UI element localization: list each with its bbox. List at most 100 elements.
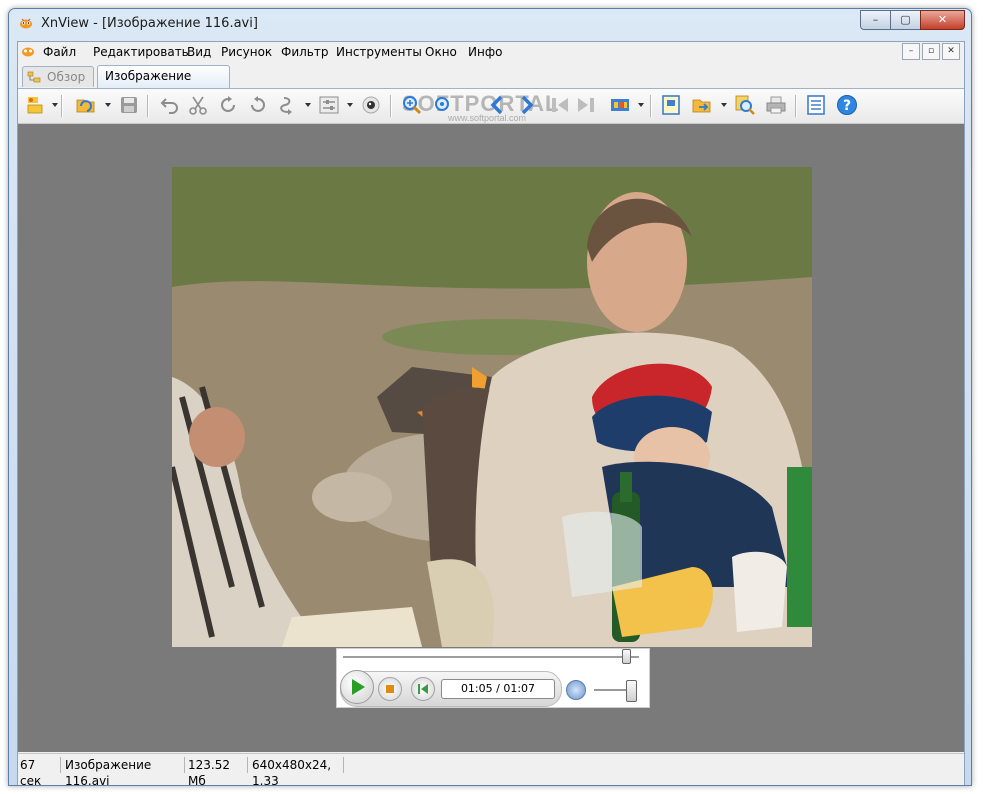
filmstrip-icon bbox=[611, 99, 629, 111]
transform-dropdown-arrow[interactable] bbox=[305, 103, 311, 107]
zoom-in-button[interactable] bbox=[400, 93, 424, 117]
mdi-minimize-button[interactable]: – bbox=[902, 43, 920, 60]
menu-file[interactable]: Файл bbox=[43, 45, 76, 59]
open-folder-icon bbox=[76, 99, 95, 113]
flip-icon bbox=[280, 97, 292, 115]
rotate-right-button[interactable] bbox=[246, 93, 270, 117]
title-bar[interactable]: XnView - [Изображение 116.avi] – ▢ ✕ bbox=[9, 9, 971, 41]
open-button[interactable] bbox=[74, 93, 98, 117]
rotate-left-button[interactable] bbox=[216, 93, 240, 117]
menu-edit[interactable]: Редактировать bbox=[93, 45, 189, 59]
tab-browser-label: Обзор bbox=[47, 70, 86, 84]
arrow-right-icon bbox=[521, 95, 534, 115]
folder-arrow-icon bbox=[692, 99, 711, 113]
rotate-left-icon bbox=[221, 96, 235, 112]
menu-bar: Файл Редактировать Вид Рисунок Фильтр Ин… bbox=[18, 42, 964, 62]
adjust-sliders-icon bbox=[319, 96, 339, 114]
toolbar-separator bbox=[147, 95, 148, 117]
volume-slider-thumb[interactable] bbox=[626, 680, 638, 702]
zoom-fit-button[interactable] bbox=[430, 93, 454, 117]
settings-list-icon bbox=[807, 95, 825, 115]
menu-window[interactable]: Окно bbox=[425, 45, 457, 59]
mdi-restore-button[interactable]: ▫ bbox=[922, 43, 940, 60]
tab-browser[interactable]: Обзор bbox=[22, 66, 94, 87]
new-button[interactable] bbox=[24, 93, 48, 117]
first-image-button[interactable] bbox=[548, 93, 572, 117]
menu-tools[interactable]: Инструменты bbox=[336, 45, 422, 59]
open-dropdown-arrow[interactable] bbox=[105, 103, 111, 107]
arrow-left-icon bbox=[490, 95, 503, 115]
toolbar-separator bbox=[795, 95, 796, 117]
filmstrip-dropdown-arrow[interactable] bbox=[638, 103, 644, 107]
eye-icon bbox=[362, 96, 380, 114]
maximize-button[interactable]: ▢ bbox=[890, 10, 921, 30]
video-frame[interactable] bbox=[172, 167, 812, 647]
tab-image[interactable]: Изображение 116.avi bbox=[97, 65, 230, 103]
media-player-controls: 01:05 / 01:07 bbox=[336, 648, 650, 708]
seek-slider-thumb[interactable] bbox=[622, 649, 632, 664]
stop-button[interactable] bbox=[378, 677, 402, 701]
volume-speaker-icon[interactable] bbox=[566, 680, 586, 700]
xnview-doc-icon[interactable] bbox=[21, 45, 35, 57]
options-button[interactable] bbox=[804, 93, 828, 117]
seek-track[interactable] bbox=[343, 656, 639, 658]
zoom-in-icon bbox=[403, 96, 422, 115]
transform-button[interactable] bbox=[276, 93, 300, 117]
svg-text:?: ? bbox=[843, 98, 851, 114]
undo-icon bbox=[160, 98, 178, 114]
skip-back-icon bbox=[552, 98, 568, 112]
image-viewer[interactable]: 01:05 / 01:07 bbox=[18, 124, 964, 752]
minimize-button[interactable]: – bbox=[860, 10, 891, 30]
scissors-icon bbox=[189, 96, 207, 115]
search-button[interactable] bbox=[733, 93, 757, 117]
browser-tree-icon bbox=[27, 71, 41, 83]
close-button[interactable]: ✕ bbox=[920, 10, 965, 30]
menu-filter[interactable]: Фильтр bbox=[281, 45, 328, 59]
video-frame-image bbox=[172, 167, 812, 647]
next-image-button[interactable] bbox=[514, 93, 538, 117]
play-button[interactable] bbox=[340, 670, 374, 704]
undo-button[interactable] bbox=[158, 93, 182, 117]
status-filename: Изображение 116.avi bbox=[63, 757, 185, 785]
zoom-fit-icon bbox=[435, 97, 449, 111]
client-area: Файл Редактировать Вид Рисунок Фильтр Ин… bbox=[17, 41, 965, 785]
menu-view[interactable]: Вид bbox=[187, 45, 211, 59]
status-filesize: 123.52 Мб bbox=[186, 757, 248, 785]
help-button[interactable]: ? bbox=[835, 93, 859, 117]
rewind-button[interactable] bbox=[411, 677, 435, 701]
skip-forward-icon bbox=[578, 98, 594, 112]
search-icon bbox=[735, 95, 755, 115]
browse-folder-button[interactable] bbox=[690, 93, 714, 117]
print-button[interactable] bbox=[764, 93, 788, 117]
menu-info[interactable]: Инфо bbox=[468, 45, 502, 59]
app-window: XnView - [Изображение 116.avi] – ▢ ✕ Фай… bbox=[8, 8, 972, 786]
menu-image[interactable]: Рисунок bbox=[221, 45, 272, 59]
status-bar: 67 сек Изображение 116.avi 123.52 Мб 640… bbox=[18, 753, 964, 785]
toolbar: SOFTPORTAL www.softportal.com ? bbox=[18, 89, 964, 124]
window-controls: – ▢ ✕ bbox=[860, 10, 965, 30]
last-image-button[interactable] bbox=[574, 93, 598, 117]
toolbar-separator bbox=[650, 95, 651, 117]
fullscreen-button[interactable] bbox=[659, 93, 683, 117]
help-icon: ? bbox=[837, 95, 857, 115]
save-button[interactable] bbox=[117, 93, 141, 117]
mdi-close-button[interactable]: ✕ bbox=[942, 43, 960, 60]
adjust-button[interactable] bbox=[317, 93, 341, 117]
browse-dropdown-arrow[interactable] bbox=[721, 103, 727, 107]
previous-image-button[interactable] bbox=[486, 93, 510, 117]
status-image-info: 640x480x24, 1.33 bbox=[250, 757, 344, 785]
new-dropdown-arrow[interactable] bbox=[52, 103, 58, 107]
red-eye-button[interactable] bbox=[359, 93, 383, 117]
tab-strip: Обзор Изображение 116.avi bbox=[18, 64, 964, 103]
printer-icon bbox=[766, 96, 786, 114]
cut-button[interactable] bbox=[186, 93, 210, 117]
adjust-dropdown-arrow[interactable] bbox=[347, 103, 353, 107]
save-disk-icon bbox=[121, 97, 137, 113]
toolbar-separator bbox=[61, 95, 62, 117]
mdi-controls: – ▫ ✕ bbox=[900, 43, 960, 60]
new-file-icon bbox=[27, 97, 43, 114]
filmstrip-button[interactable] bbox=[608, 93, 632, 117]
xnview-logo-icon bbox=[20, 18, 32, 29]
status-duration: 67 сек bbox=[18, 757, 61, 785]
rotate-right-icon bbox=[251, 96, 265, 112]
